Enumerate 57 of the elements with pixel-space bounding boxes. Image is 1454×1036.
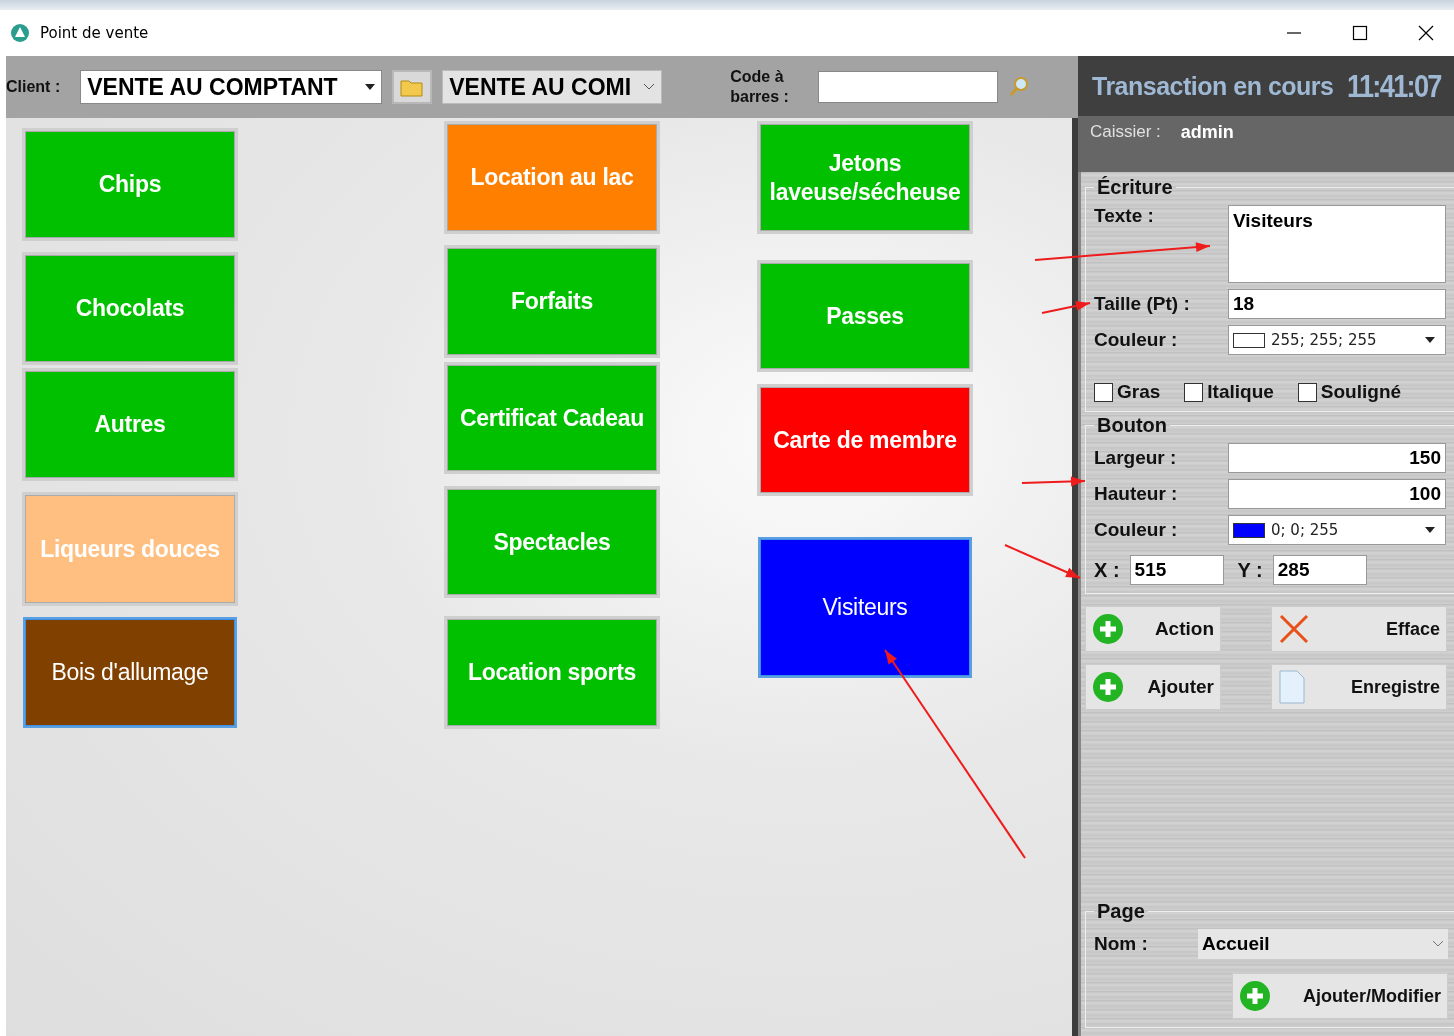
client-label: Client : [6, 78, 61, 96]
checkbox[interactable]: Italique [1184, 381, 1274, 403]
caret-icon [1425, 337, 1435, 343]
delete-button[interactable]: Efface [1271, 606, 1447, 652]
maximize-icon[interactable] [1352, 25, 1368, 41]
window-title: Point de vente [40, 24, 149, 42]
product-tile[interactable]: Bois d'allumage [25, 619, 235, 726]
x-field[interactable]: 515 [1129, 555, 1224, 585]
barcode-field[interactable] [818, 71, 999, 103]
plus-icon [1239, 980, 1271, 1012]
document-icon [1278, 670, 1306, 704]
height-field[interactable]: 100 [1228, 479, 1446, 509]
sale-type-dropdown[interactable]: VENTE AU COMI [442, 70, 663, 104]
add-button[interactable]: Ajouter/Modifier [1232, 973, 1448, 1019]
checkbox[interactable]: Souligné [1297, 381, 1402, 403]
field-label: Taille (Pt) : [1094, 293, 1191, 315]
annotation-arrow [1021, 476, 1086, 487]
text-field[interactable]: Visiteurs [1228, 205, 1446, 283]
add-button[interactable]: Ajouter [1085, 664, 1221, 710]
client-dropdown[interactable]: VENTE AU COMPTANT [80, 70, 383, 104]
close-icon[interactable] [1418, 25, 1434, 41]
page-dropdown[interactable]: Accueil [1198, 929, 1448, 959]
field-label: X : [1094, 558, 1120, 582]
checkbox[interactable]: Gras [1094, 381, 1161, 403]
color-dropdown[interactable]: 0; 0; 255 [1228, 515, 1446, 545]
add-button[interactable]: Action [1085, 606, 1221, 652]
save-button[interactable]: Enregistre [1271, 664, 1447, 710]
field-label: Couleur : [1094, 519, 1179, 541]
field-label: Largeur : [1094, 447, 1178, 469]
transaction-status: Transaction en cours [1092, 71, 1334, 101]
product-tile[interactable]: Carte de membre [760, 387, 970, 493]
product-tile[interactable]: Visiteurs [760, 539, 970, 676]
field-label: Y : [1237, 558, 1263, 582]
annotation-arrow [1041, 300, 1091, 314]
folder-icon [400, 77, 425, 97]
caret-icon [365, 84, 376, 90]
clock: 11:41:07 [1347, 67, 1442, 105]
barcode-label: Code à barres : [730, 67, 790, 107]
group-title: Bouton [1096, 414, 1168, 437]
app-icon [10, 23, 30, 43]
chevron-icon [1432, 940, 1444, 948]
caret-icon [1425, 527, 1435, 533]
chevron-icon [643, 83, 656, 91]
field-label: Hauteur : [1094, 483, 1179, 505]
plus-icon [1092, 671, 1124, 703]
field-label: Couleur : [1094, 329, 1179, 351]
field-label: Texte : [1094, 205, 1155, 227]
y-field[interactable]: 285 [1272, 555, 1367, 585]
size-field[interactable]: 18 [1228, 289, 1446, 319]
color-dropdown[interactable]: 255; 255; 255 [1228, 325, 1446, 355]
width-field[interactable]: 150 [1228, 443, 1446, 473]
group-title: Page [1096, 900, 1146, 923]
cashier-label: Caissier : [1090, 122, 1161, 142]
group-title: Écriture [1096, 176, 1174, 199]
plus-icon [1092, 613, 1124, 645]
cashier-name: admin [1180, 122, 1234, 143]
cross-icon [1278, 613, 1310, 645]
